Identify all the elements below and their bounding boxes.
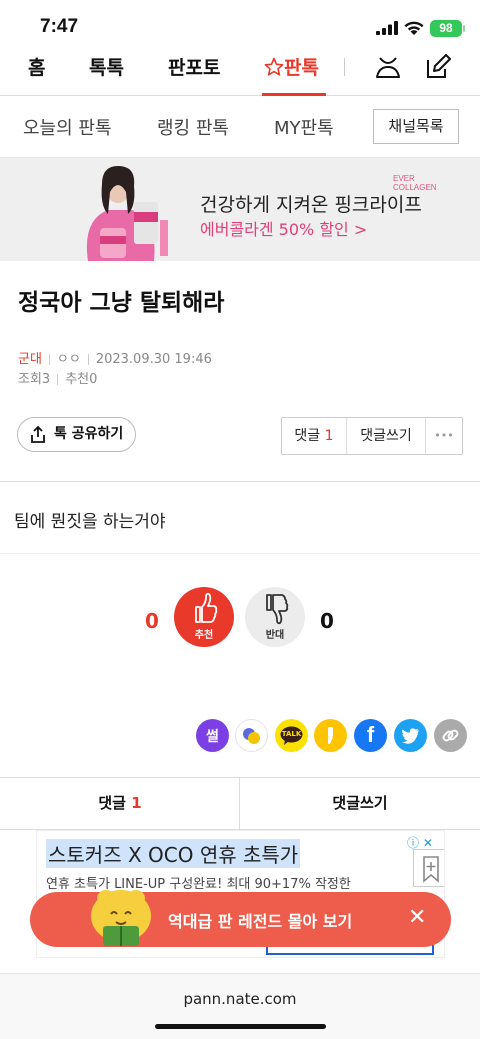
bookmark-glyph bbox=[423, 856, 439, 883]
home-indicator bbox=[155, 1024, 326, 1029]
recommend-label: 추천 bbox=[65, 372, 90, 387]
ssul-label: 썰 bbox=[206, 729, 219, 745]
status-bar: 7:47 98 bbox=[0, 0, 480, 50]
bookmark-add-icon[interactable] bbox=[413, 849, 444, 887]
wifi-icon bbox=[404, 21, 424, 35]
channel-list-button[interactable]: 채널목록 bbox=[373, 109, 459, 144]
mascot-icon bbox=[91, 890, 151, 946]
post-datetime: 2023.09.30 19:46 bbox=[95, 352, 212, 367]
star-icon bbox=[264, 57, 284, 76]
thumbs-down-icon bbox=[266, 594, 289, 625]
status-time: 7:47 bbox=[40, 16, 79, 37]
comments-button[interactable]: 댓글 1 bbox=[282, 418, 346, 454]
meta-divider bbox=[87, 354, 89, 365]
battery-icon: 98 bbox=[430, 20, 462, 37]
browser-address-bar: pann.nate.com bbox=[0, 973, 480, 1039]
battery-tip bbox=[463, 25, 465, 32]
downvote-label: 반대 bbox=[265, 630, 285, 641]
tab-home[interactable]: 홈 bbox=[28, 52, 45, 92]
post-title: 정국아 그냥 탈퇴해라 bbox=[18, 290, 225, 316]
comments-count: 1 bbox=[324, 428, 334, 444]
facebook-share-icon[interactable]: f bbox=[354, 719, 387, 752]
kakaotalk-label: TALK bbox=[281, 730, 302, 738]
twitter-share-icon[interactable] bbox=[394, 719, 427, 752]
kakaotalk-share-icon[interactable]: TALK bbox=[275, 719, 308, 752]
views-label: 조회 bbox=[18, 372, 42, 387]
floating-banner-text: 역대급 판 레전드 몰아 보기 bbox=[168, 912, 353, 931]
tab-toktok[interactable]: 톡톡 bbox=[89, 52, 124, 92]
downvote-count: 0 bbox=[320, 609, 334, 633]
story-glyph bbox=[328, 727, 333, 744]
subnav-today[interactable]: 오늘의 판톡 bbox=[23, 114, 112, 140]
ad-banner[interactable]: EVER COLLAGEN 건강하게 지켜온 핑크라이프 에버콜라겐 50% 할… bbox=[0, 158, 480, 261]
banner-model-image bbox=[70, 162, 170, 261]
user-icon[interactable] bbox=[375, 54, 401, 80]
post-author: ㅇㅇ bbox=[56, 352, 81, 367]
share-label: 톡 공유하기 bbox=[54, 426, 124, 442]
more-button[interactable]: ••• bbox=[426, 418, 462, 454]
close-icon[interactable]: ✕ bbox=[408, 906, 426, 930]
post-stats: 조회3 추천0 bbox=[18, 368, 97, 387]
meta-divider bbox=[57, 374, 59, 385]
upvote-label: 추천 bbox=[194, 630, 214, 641]
tab-panntok-label: 판톡 bbox=[284, 57, 319, 79]
band-share-icon[interactable] bbox=[235, 719, 268, 752]
post-category[interactable]: 군대 bbox=[18, 352, 42, 367]
comment-bar: 댓글 1 댓글쓰기 bbox=[0, 777, 480, 830]
banner-sale: 에버콜라겐 50% 할인 > bbox=[200, 220, 368, 239]
write-icon[interactable] bbox=[425, 54, 451, 80]
subnav-ranking[interactable]: 랭킹 판톡 bbox=[157, 114, 229, 140]
sub-navigation: 오늘의 판톡 랭킹 판톡 MY판톡 채널목록 bbox=[0, 96, 480, 158]
browser-url[interactable]: pann.nate.com bbox=[0, 990, 480, 1008]
band-glyph bbox=[243, 728, 260, 744]
post-meta: 군대 ㅇㅇ 2023.09.30 19:46 bbox=[18, 348, 212, 367]
upvote-button[interactable]: 추천 bbox=[174, 587, 234, 647]
nav-divider bbox=[344, 58, 345, 76]
facebook-glyph: f bbox=[366, 722, 375, 747]
divider bbox=[0, 481, 480, 482]
recommend-count: 0 bbox=[89, 372, 98, 387]
kakaostory-share-icon[interactable] bbox=[314, 719, 347, 752]
banner-headline: 건강하게 지켜온 핑크라이프 bbox=[200, 194, 422, 216]
tab-pannphoto[interactable]: 판포토 bbox=[168, 52, 220, 92]
post-body: 팀에 뭔짓을 하는거야 bbox=[14, 512, 166, 532]
comment-bar-comments[interactable]: 댓글 1 bbox=[0, 778, 240, 829]
top-navigation: 홈 톡톡 판포토 판톡 bbox=[0, 48, 480, 96]
comments-label: 댓글 bbox=[294, 428, 321, 444]
tab-panntok[interactable]: 판톡 bbox=[264, 52, 319, 92]
thumbs-up-icon bbox=[195, 592, 218, 623]
ssul-share-icon[interactable]: 썰 bbox=[196, 719, 229, 752]
legend-floating-banner[interactable]: 역대급 판 레전드 몰아 보기 ✕ bbox=[30, 890, 451, 947]
divider bbox=[0, 553, 480, 554]
views-count: 3 bbox=[41, 372, 51, 387]
cellular-signal-icon bbox=[376, 21, 398, 35]
bird-glyph bbox=[402, 728, 419, 744]
meta-divider bbox=[48, 354, 50, 365]
share-icon bbox=[31, 426, 45, 443]
post-action-group: 댓글 1 댓글쓰기 ••• bbox=[281, 417, 463, 455]
ad-title: 스토커즈 X OCO 연휴 초특가 bbox=[46, 839, 301, 868]
comment-bar-count: 1 bbox=[131, 794, 142, 812]
upvote-count: 0 bbox=[145, 609, 159, 633]
link-glyph bbox=[442, 729, 459, 742]
downvote-button[interactable]: 반대 bbox=[245, 587, 305, 647]
subnav-my[interactable]: MY판톡 bbox=[274, 114, 334, 140]
comment-bar-label: 댓글 bbox=[98, 794, 126, 812]
share-button[interactable]: 톡 공유하기 bbox=[17, 417, 136, 452]
copy-link-icon[interactable] bbox=[434, 719, 467, 752]
comment-bar-write[interactable]: 댓글쓰기 bbox=[240, 778, 480, 829]
write-comment-button[interactable]: 댓글쓰기 bbox=[347, 418, 425, 454]
